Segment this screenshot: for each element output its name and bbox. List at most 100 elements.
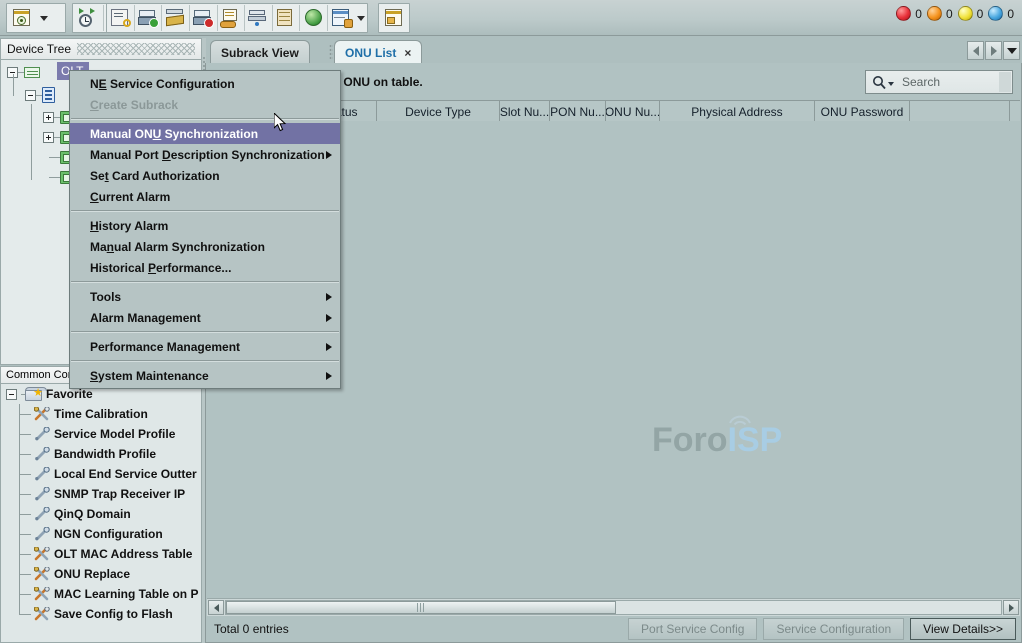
settings-dropdown-arrow-icon[interactable] [355, 4, 367, 32]
search-input[interactable]: Search [865, 70, 1013, 94]
common-command-item[interactable]: Local End Service Outter [1, 464, 201, 484]
card-glyph [165, 8, 187, 28]
menu-item[interactable]: Historical Performance... [70, 257, 340, 278]
doc-settings-glyph [330, 8, 352, 28]
printer-remove-icon[interactable] [190, 4, 217, 32]
common-command-item[interactable]: Bandwidth Profile [1, 444, 201, 464]
column-header[interactable] [910, 101, 1010, 122]
menu-item-label: Manual Alarm Synchronization [90, 240, 265, 254]
network-card-icon[interactable] [162, 4, 189, 32]
common-command-item[interactable]: OLT MAC Address Table [1, 544, 201, 564]
menu-item[interactable]: System Maintenance [70, 365, 340, 386]
topology-dropdown-arrow-icon[interactable] [37, 4, 51, 32]
submenu-arrow-icon [326, 151, 332, 159]
server-stack-icon[interactable] [245, 4, 272, 32]
alarm-indicator-bar: 0 0 0 0 [896, 6, 1014, 21]
common-command-item[interactable]: QinQ Domain [1, 504, 201, 524]
close-icon[interactable]: × [404, 46, 411, 60]
common-command-item[interactable]: NGN Configuration [1, 524, 201, 544]
tree-connector [19, 454, 31, 455]
column-header[interactable]: ONU Password [815, 101, 910, 122]
device-context-menu[interactable]: NE Service ConfigurationCreate SubrackMa… [69, 70, 341, 389]
expander-plus-icon[interactable] [43, 132, 54, 143]
clock-timing-icon[interactable] [73, 4, 103, 32]
common-command-item[interactable]: Service Model Profile [1, 424, 201, 444]
view-details-button[interactable]: View Details>> [910, 618, 1016, 640]
search-field-area[interactable] [999, 72, 1011, 92]
tree-node-shelf[interactable] [25, 86, 55, 104]
tree-node-rack[interactable] [7, 63, 40, 81]
menu-item-label: NE Service Configuration [90, 77, 235, 91]
globe-refresh-icon[interactable] [300, 4, 327, 32]
column-header[interactable]: ONU Nu... [606, 101, 660, 122]
common-command-item[interactable]: Time Calibration [1, 404, 201, 424]
menu-item[interactable]: Current Alarm [70, 186, 340, 207]
scrollbar-thumb[interactable] [226, 601, 616, 614]
common-command-item-label: SNMP Trap Receiver IP [54, 487, 185, 501]
alarm-critical[interactable]: 0 [896, 6, 922, 21]
tab-subrack-view[interactable]: Subrack View [210, 40, 310, 64]
scroll-right-button[interactable] [1003, 600, 1019, 615]
hand-document-icon[interactable] [217, 4, 244, 32]
alarm-warning[interactable]: 0 [988, 6, 1014, 21]
network-topology-icon[interactable] [7, 4, 37, 32]
horizontal-scrollbar[interactable] [207, 598, 1020, 616]
window-panel-icon[interactable] [379, 4, 409, 32]
database-icon[interactable] [273, 4, 300, 32]
menu-item-label: Current Alarm [90, 190, 170, 204]
document-key-icon[interactable] [107, 4, 134, 32]
critical-alarm-count: 0 [915, 7, 922, 21]
menu-item[interactable]: Manual ONU Synchronization [70, 123, 340, 144]
menu-item[interactable]: NE Service Configuration [70, 73, 340, 94]
tab-onu-list[interactable]: ONU List × [334, 40, 422, 64]
common-command-item[interactable]: MAC Learning Table on P [1, 584, 201, 604]
port-service-config-button[interactable]: Port Service Config [628, 618, 757, 640]
common-command-list: Time Calibration Service Model Profile Ban… [1, 404, 201, 624]
menu-item[interactable]: Alarm Management [70, 307, 340, 328]
panel-drag-grip[interactable] [77, 43, 195, 55]
column-header[interactable]: Slot Nu... [500, 101, 550, 122]
menu-item[interactable]: History Alarm [70, 215, 340, 236]
expander-plus-icon[interactable] [43, 112, 54, 123]
alarm-minor[interactable]: 0 [958, 6, 984, 21]
printer-ok-icon[interactable] [135, 4, 162, 32]
common-command-item-label: Time Calibration [54, 407, 148, 421]
scroll-tabs-left-button[interactable] [967, 41, 984, 60]
tree-connector [19, 414, 31, 415]
alarm-major[interactable]: 0 [927, 6, 953, 21]
document-settings-icon[interactable] [328, 4, 355, 32]
column-header[interactable]: Physical Address [660, 101, 815, 122]
common-command-item-label: Service Model Profile [54, 427, 175, 441]
minor-alarm-icon [958, 6, 973, 21]
menu-item-label: System Maintenance [90, 369, 209, 383]
scroll-tabs-right-button[interactable] [985, 41, 1002, 60]
foroisp-watermark: ForoISP [652, 421, 782, 460]
tab-list-dropdown-button[interactable] [1003, 41, 1020, 60]
scrollbar-track[interactable] [225, 600, 1002, 615]
rack-icon [24, 67, 40, 78]
common-command-item[interactable]: Save Config to Flash [1, 604, 201, 624]
menu-item[interactable]: Tools [70, 286, 340, 307]
common-command-panel[interactable]: ★ Favorite Time CalibrationService Model… [0, 384, 202, 643]
column-header-label: Device Type [405, 105, 471, 119]
search-icon [872, 75, 894, 90]
column-header[interactable]: PON Nu... [550, 101, 606, 122]
status-bar: Total 0 entries Port Service Config Serv… [207, 616, 1020, 641]
menu-item[interactable]: Manual Port Description Synchronization [70, 144, 340, 165]
printer-remove-glyph [192, 8, 214, 28]
main-toolbar: 0 0 0 0 [0, 0, 1022, 36]
common-command-item[interactable]: ONU Replace [1, 564, 201, 584]
common-command-item[interactable]: SNMP Trap Receiver IP [1, 484, 201, 504]
tree-connector [19, 594, 31, 595]
common-command-item-label: QinQ Domain [54, 507, 131, 521]
menu-item[interactable]: Performance Management [70, 336, 340, 357]
menu-item[interactable]: Set Card Authorization [70, 165, 340, 186]
menu-item[interactable]: Manual Alarm Synchronization [70, 236, 340, 257]
tools-icon [34, 567, 50, 581]
service-configuration-button[interactable]: Service Configuration [763, 618, 904, 640]
expander-minus-icon[interactable] [25, 90, 36, 101]
column-header[interactable]: Device Type [377, 101, 500, 122]
scroll-left-button[interactable] [208, 600, 224, 615]
expander-minus-icon[interactable] [6, 389, 17, 400]
menu-separator [71, 281, 339, 283]
